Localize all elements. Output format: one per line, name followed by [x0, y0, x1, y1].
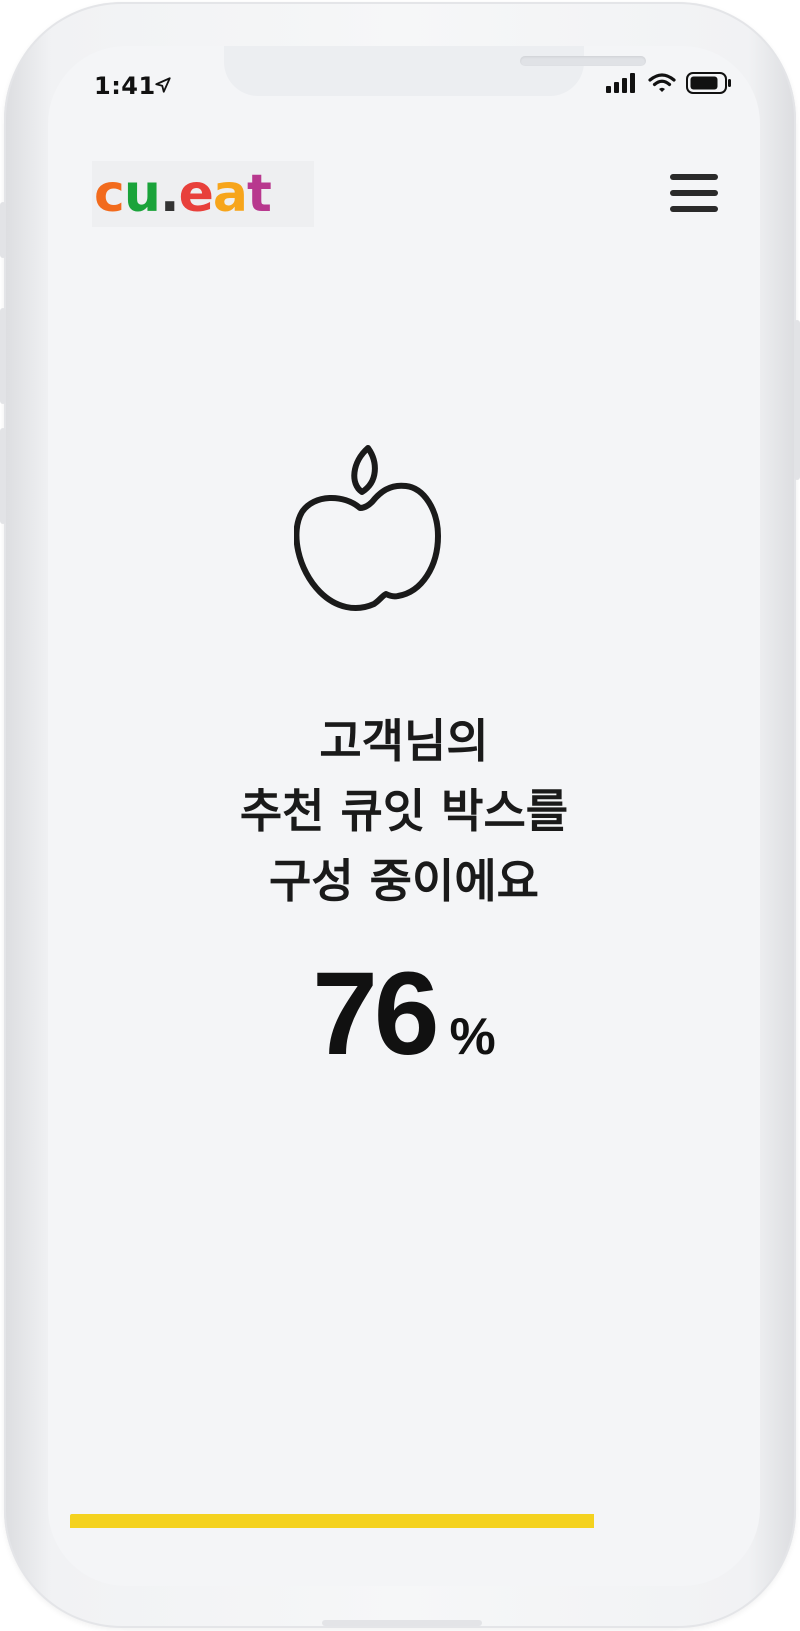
- location-arrow-icon: [155, 77, 171, 93]
- loading-title: 고객님의 추천 큐잇 박스를 구성 중이에요: [48, 706, 760, 916]
- home-indicator: [322, 1620, 482, 1626]
- status-time: 1:41: [94, 72, 156, 100]
- speaker-grille: [520, 56, 646, 66]
- logo-letter-a: a: [212, 164, 248, 224]
- menu-line: [670, 174, 718, 180]
- hamburger-menu-icon[interactable]: [670, 174, 718, 212]
- apple-icon: [294, 445, 441, 611]
- progress-bar: [70, 1514, 760, 1528]
- volume-down-button: [0, 428, 6, 524]
- logo-letter-t: t: [247, 164, 272, 224]
- logo-text: cu.eat: [94, 168, 272, 220]
- logo-dot: .: [159, 164, 180, 224]
- logo-letter-c: c: [94, 164, 125, 224]
- menu-line: [670, 206, 718, 212]
- title-line-2: 추천 큐잇 박스를: [239, 784, 569, 838]
- title-line-3: 구성 중이에요: [269, 854, 539, 908]
- status-icons: [606, 72, 732, 94]
- silent-switch: [0, 202, 6, 258]
- cu-eat-logo[interactable]: cu.eat: [92, 161, 314, 227]
- wifi-icon: [648, 73, 676, 92]
- menu-line: [670, 190, 718, 196]
- phone-frame: 1:41 cu.eat 고객님의 추천 큐잇 박스를 구성 중이에요 76 %: [0, 2, 800, 1628]
- progress-percent: 76%: [48, 946, 760, 1082]
- progress-unit: %: [449, 1008, 496, 1066]
- cellular-signal-icon: [606, 73, 635, 93]
- logo-letter-u: u: [123, 164, 161, 224]
- progress-value: 76: [312, 948, 439, 1080]
- notch: [224, 46, 646, 96]
- progress-bar-fill: [70, 1514, 594, 1528]
- screen: 1:41 cu.eat 고객님의 추천 큐잇 박스를 구성 중이에요 76 %: [48, 46, 760, 1586]
- logo-letter-e: e: [178, 164, 214, 224]
- volume-up-button: [0, 308, 6, 404]
- power-button: [794, 320, 800, 480]
- battery-icon: [686, 72, 731, 94]
- title-line-1: 고객님의: [319, 714, 489, 768]
